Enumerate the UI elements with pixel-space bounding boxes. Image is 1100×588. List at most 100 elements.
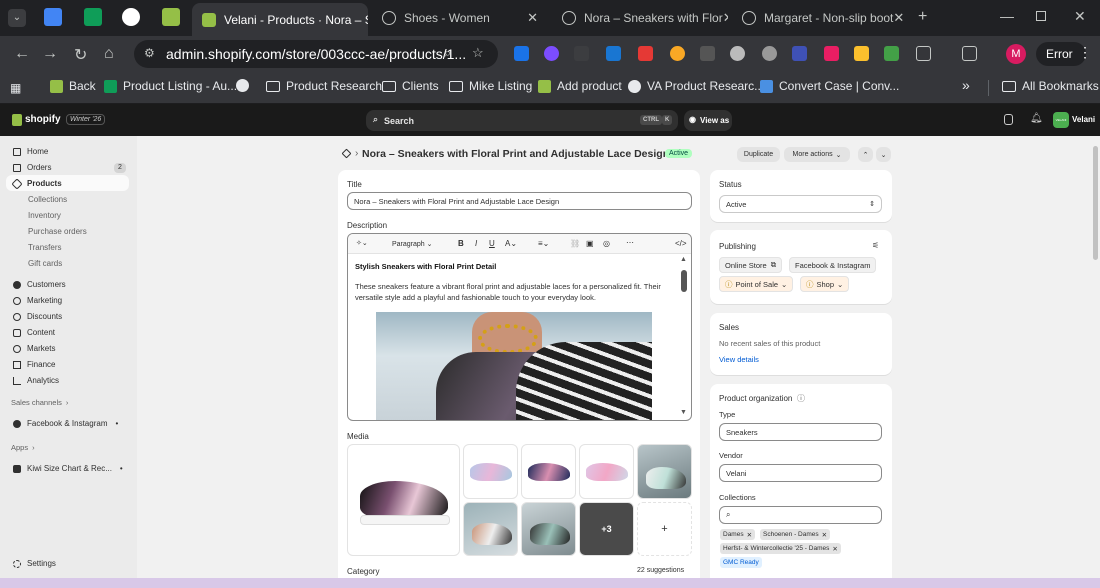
zoom-icon[interactable]: ⌕ [444, 45, 451, 61]
channel-facebook[interactable]: Facebook & Instagram [789, 257, 877, 273]
sidebar-item-facebook[interactable]: Facebook & Instagram • [13, 419, 118, 428]
title-input[interactable]: Nora – Sneakers with Floral Print and Ad… [347, 192, 692, 210]
media-thumb[interactable] [521, 502, 576, 556]
bookmark-star-icon[interactable]: ☆ [472, 45, 484, 61]
description-editor[interactable]: ✧⌄ Paragraph ⌄ B I U A⌄ ≡⌄ ⛓ ▣ ◎ ⋯ </> S… [347, 233, 692, 421]
scroll-down-icon[interactable]: ▼ [680, 409, 687, 416]
back-arrow-icon[interactable]: ← [14, 45, 30, 63]
home-icon[interactable]: ⌂ [104, 45, 114, 63]
ext-green-icon[interactable] [884, 46, 899, 61]
forward-arrow-icon[interactable]: → [42, 45, 58, 63]
video-icon[interactable]: ◎ [603, 239, 610, 248]
vendor-input[interactable]: Velani [719, 464, 882, 482]
ext-orange-icon[interactable] [670, 46, 685, 61]
site-info-icon[interactable]: ⚙ [144, 46, 155, 60]
sidebar-item-content[interactable]: Content [13, 328, 55, 337]
close-window-icon[interactable]: ✕ [1074, 8, 1086, 25]
shopify-logo[interactable]: shopify [25, 114, 61, 125]
paragraph-select[interactable]: Paragraph ⌄ [392, 240, 433, 248]
media-primary[interactable] [347, 444, 460, 556]
screenshot-icon[interactable] [962, 46, 977, 61]
edition-badge[interactable]: Winter '26 [66, 114, 106, 125]
bell-icon[interactable]: 🔔︎ [1030, 113, 1043, 124]
ext-pink-icon[interactable] [824, 46, 839, 61]
ext-circle-icon[interactable] [544, 46, 559, 61]
ext-purple-icon[interactable] [792, 46, 807, 61]
collection-tag[interactable]: Schoenen - Dames ✕ [760, 529, 831, 540]
close-tab-icon[interactable]: ✕ [527, 10, 538, 26]
bookmark-mike-listing[interactable]: Mike Listing [449, 79, 532, 93]
channel-shop[interactable]: ⓘ Shop ⌄ [800, 276, 850, 292]
google-icon[interactable] [122, 8, 140, 26]
bookmark-back[interactable]: Back [50, 79, 96, 93]
ext-dash-icon[interactable] [574, 46, 589, 61]
view-as-button[interactable]: ◉ View as [684, 110, 732, 131]
download-ext-icon[interactable] [514, 46, 529, 61]
text-color-icon[interactable]: A⌄ [505, 239, 517, 248]
sidebar-item-kiwi[interactable]: Kiwi Size Chart & Rec... • [13, 464, 123, 473]
ext-gray-icon[interactable] [762, 46, 777, 61]
apps-heading[interactable]: Apps › [11, 443, 35, 452]
bookmark-va-product-research[interactable]: VA Product Researc... [628, 79, 764, 93]
sidebar-item-products[interactable]: Products [11, 177, 62, 190]
tab-nora-sneakers[interactable]: Nora – Sneakers with Flor ✕ [552, 4, 728, 32]
more-actions-button[interactable]: More actions ⌄ [784, 147, 850, 162]
editor-scrollbar[interactable] [681, 270, 687, 292]
sidebar-item-finance[interactable]: Finance [13, 360, 55, 369]
sidebar-item-customers[interactable]: Customers [13, 280, 66, 289]
image-icon[interactable]: ▣ [586, 239, 594, 248]
ext-blue-icon[interactable] [606, 46, 621, 61]
sidebar-item-settings[interactable]: Settings [13, 559, 56, 568]
more-bookmarks-button[interactable]: » [962, 77, 970, 93]
ext-globe-icon[interactable] [730, 46, 745, 61]
bookmark-clients[interactable]: Clients [382, 79, 439, 93]
suggestions-label[interactable]: 22 suggestions [637, 567, 684, 574]
bookmark-convert-case[interactable]: Convert Case | Conv... [760, 79, 899, 93]
info-icon[interactable]: ⓘ [797, 393, 805, 404]
bookmark-product-listing[interactable]: Product Listing - Au... [104, 79, 237, 93]
close-tab-icon[interactable]: ✕ [723, 10, 728, 26]
address-bar[interactable]: ⚙ admin.shopify.com/store/003ccc-ae/prod… [134, 40, 498, 68]
remove-tag-icon[interactable]: ✕ [747, 531, 752, 539]
align-icon[interactable]: ≡⌄ [538, 239, 549, 248]
store-name[interactable]: Velani [1072, 115, 1095, 124]
database-icon[interactable] [1004, 114, 1013, 125]
italic-icon[interactable]: I [475, 239, 477, 248]
type-input[interactable]: Sneakers [719, 423, 882, 441]
page-scrollbar[interactable] [1093, 146, 1098, 260]
close-tab-icon[interactable]: ✕ [893, 10, 904, 26]
channel-online-store[interactable]: Online Store ⧉ [719, 257, 783, 273]
link-icon[interactable]: ⛓ [570, 239, 580, 248]
store-avatar[interactable]: VELANI [1053, 112, 1069, 128]
sidebar-item-discounts[interactable]: Discounts [13, 312, 62, 321]
sidebar-item-marketing[interactable]: Marketing [13, 296, 62, 305]
all-bookmarks[interactable]: All Bookmarks [1002, 79, 1099, 93]
scroll-up-icon[interactable]: ▲ [680, 256, 687, 263]
sidebar-sub-purchase-orders[interactable]: Purchase orders [28, 227, 87, 236]
channel-point-of-sale[interactable]: ⓘ Point of Sale ⌄ [719, 276, 794, 292]
remove-tag-icon[interactable]: ✕ [832, 545, 837, 553]
sidebar-sub-gift-cards[interactable]: Gift cards [28, 259, 62, 268]
reload-icon[interactable]: ↻ [74, 45, 87, 65]
sidebar-item-analytics[interactable]: Analytics [13, 376, 59, 385]
ext-yellow-icon[interactable] [854, 46, 869, 61]
underline-icon[interactable]: U [489, 239, 495, 248]
sales-channels-heading[interactable]: Sales channels › [11, 398, 68, 407]
apps-grid-icon[interactable]: ▦ [10, 81, 21, 95]
sidebar-sub-transfers[interactable]: Transfers [28, 243, 62, 252]
prev-product-button[interactable]: ⌃ [858, 147, 873, 162]
bookmark-globe[interactable] [236, 79, 255, 92]
sidebar-item-orders[interactable]: Orders [13, 163, 51, 172]
shopify-pinned-icon[interactable] [162, 8, 180, 26]
gmc-ready-tag[interactable]: GMC Ready [720, 557, 762, 568]
extensions-puzzle-icon[interactable] [916, 46, 931, 61]
tab-margaret-boot[interactable]: Margaret - Non-slip boot ✕ [732, 4, 908, 32]
ext-dark-icon[interactable] [700, 46, 715, 61]
docs-icon[interactable] [44, 8, 62, 26]
restore-icon[interactable] [1036, 11, 1046, 21]
code-view-icon[interactable]: </> [675, 239, 687, 248]
view-details-link[interactable]: View details [719, 355, 759, 364]
sidebar-item-markets[interactable]: Markets [13, 344, 55, 353]
profile-avatar[interactable]: M [1006, 44, 1026, 64]
sheets-icon[interactable] [84, 8, 102, 26]
